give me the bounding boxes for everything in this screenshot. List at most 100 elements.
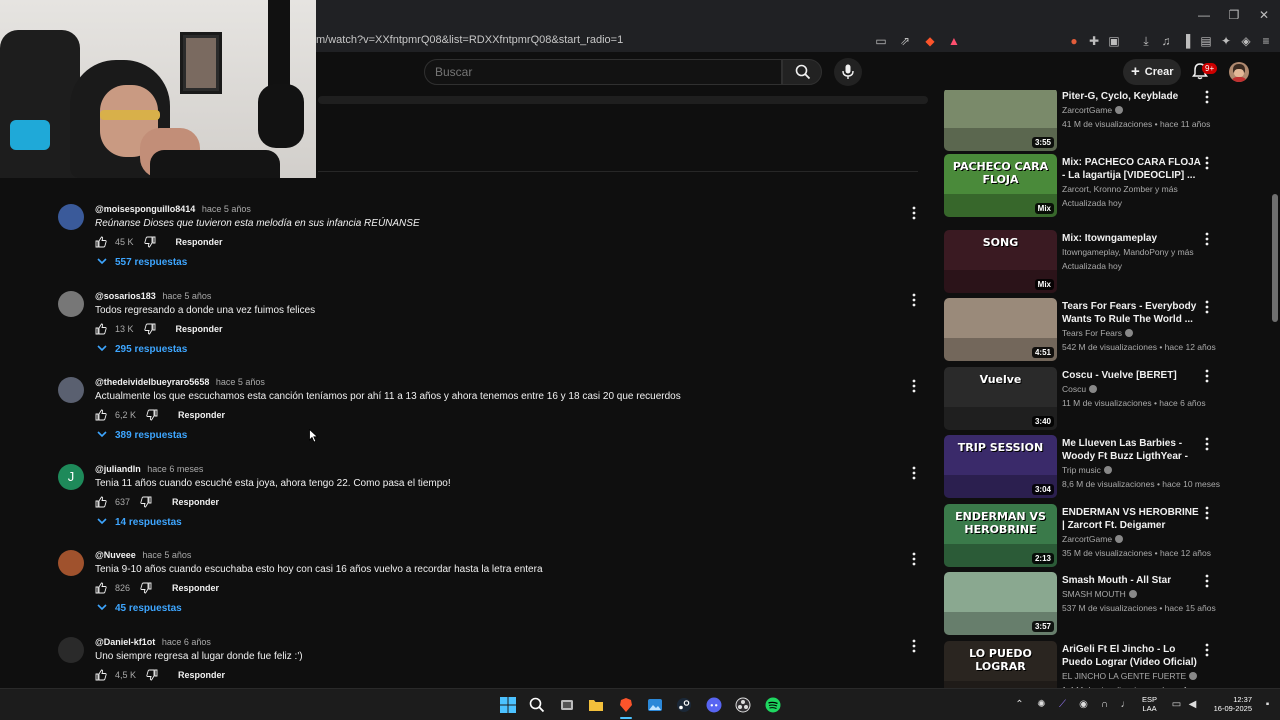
input-language[interactable]: ESP LAA <box>1142 695 1157 713</box>
comment-author[interactable]: @juliandln <box>95 464 141 474</box>
notification-center-icon[interactable]: ▪ <box>1262 699 1273 710</box>
video-thumbnail[interactable]: ENDERMAN VS HEROBRINE 2:13 <box>944 504 1057 567</box>
comment-time[interactable]: hace 6 meses <box>147 464 203 474</box>
cast-icon[interactable]: ▭ <box>873 33 889 49</box>
view-replies-button[interactable]: 295 respuestas <box>97 344 187 355</box>
brave-shield-icon[interactable]: ◆ <box>922 33 938 49</box>
media-icon[interactable]: ♫ <box>1158 33 1174 49</box>
thumbs-up-icon[interactable] <box>95 409 107 421</box>
comment-time[interactable]: hace 5 años <box>202 204 251 214</box>
channel-name[interactable]: ZarcortGame <box>1062 105 1124 115</box>
comment-avatar[interactable] <box>58 291 84 317</box>
search-button[interactable] <box>782 59 822 85</box>
steam-icon[interactable] <box>676 697 692 713</box>
video-more-icon[interactable] <box>1204 300 1210 314</box>
video-more-icon[interactable] <box>1204 643 1210 657</box>
channel-name[interactable]: Zarcort, Kronno Zomber y más <box>1062 184 1178 194</box>
comment-more-icon[interactable] <box>911 639 917 653</box>
comment-avatar[interactable]: J <box>58 464 84 490</box>
task-view-icon[interactable] <box>559 697 575 713</box>
comment-avatar[interactable] <box>58 550 84 576</box>
brave-rewards-icon[interactable]: ▲ <box>946 33 962 49</box>
thumbs-up-icon[interactable] <box>95 496 107 508</box>
reply-button[interactable]: Responder <box>176 237 223 247</box>
channel-name[interactable]: Itowngameplay, MandoPony y más <box>1062 247 1194 257</box>
thumbs-up-icon[interactable] <box>95 323 107 335</box>
channel-name[interactable]: Trip music <box>1062 465 1112 475</box>
thumbs-down-icon[interactable] <box>143 236 156 248</box>
chevron-up-icon[interactable]: ⌃ <box>1014 699 1025 710</box>
extension-icon-2[interactable]: ▣ <box>1106 33 1122 49</box>
reply-button[interactable]: Responder <box>172 497 219 507</box>
tray-app-icon-2[interactable]: ⟋ <box>1057 699 1068 710</box>
channel-name[interactable]: SMASH MOUTH <box>1062 589 1137 599</box>
create-button[interactable]: + Crear <box>1123 59 1181 85</box>
thumbs-down-icon[interactable] <box>140 582 152 594</box>
voice-search-button[interactable] <box>834 58 862 86</box>
recommendation-item[interactable]: TRIP SESSION 3:04 Me Llueven Las Barbies… <box>944 435 1270 503</box>
thumbs-up-icon[interactable] <box>95 582 107 594</box>
channel-name[interactable]: EL JINCHO LA GENTE FUERTE <box>1062 671 1198 681</box>
video-thumbnail[interactable]: PACHECO CARA FLOJA Mix <box>944 154 1057 217</box>
recommendation-item[interactable]: PACHECO CARA FLOJA Mix Mix: PACHECO CARA… <box>944 154 1270 222</box>
comment-time[interactable]: hace 5 años <box>216 377 265 387</box>
video-more-icon[interactable] <box>1204 369 1210 383</box>
comment-more-icon[interactable] <box>911 552 917 566</box>
search-box[interactable] <box>424 59 782 85</box>
comment-avatar[interactable] <box>58 377 84 403</box>
url-text[interactable]: m/watch?v=XXfntpmrQ08&list=RDXXfntpmrQ08… <box>316 34 623 46</box>
channel-name[interactable]: Tears For Fears <box>1062 328 1133 338</box>
video-more-icon[interactable] <box>1204 506 1210 520</box>
page-scrollbar[interactable] <box>1270 90 1280 688</box>
thumbs-down-icon[interactable] <box>146 409 158 421</box>
comment-more-icon[interactable] <box>911 293 917 307</box>
comment-time[interactable]: hace 5 años <box>142 550 191 560</box>
video-title[interactable]: AriGeli Ft El Jincho - Lo Puedo Lograr (… <box>1062 643 1202 669</box>
download-icon[interactable]: ⤓ <box>1138 33 1154 49</box>
video-more-icon[interactable] <box>1204 90 1210 104</box>
menu-icon[interactable]: ≡ <box>1258 33 1274 49</box>
comment-author[interactable]: @moisesponguillo8414 <box>95 204 195 214</box>
video-title[interactable]: Smash Mouth - All Star <box>1062 574 1202 587</box>
recommendation-item[interactable]: 4:51 Tears For Fears - Everybody Wants T… <box>944 298 1270 366</box>
account-avatar[interactable] <box>1229 62 1249 82</box>
leo-icon[interactable]: ✦ <box>1218 33 1234 49</box>
minimize-icon[interactable]: — <box>1196 7 1212 23</box>
obs-icon[interactable] <box>735 697 751 713</box>
reply-button[interactable]: Responder <box>178 410 225 420</box>
video-more-icon[interactable] <box>1204 574 1210 588</box>
video-thumbnail[interactable]: 4:51 <box>944 298 1057 361</box>
comment-more-icon[interactable] <box>911 466 917 480</box>
video-title[interactable]: Piter-G, Cyclo, Keyblade <box>1062 90 1202 103</box>
video-more-icon[interactable] <box>1204 437 1210 451</box>
search-taskbar-icon[interactable] <box>529 697 545 713</box>
comment-author[interactable]: @Nuveee <box>95 550 136 560</box>
extension-icon-1[interactable]: ● <box>1066 33 1082 49</box>
volume-icon[interactable]: ◀ <box>1187 699 1198 710</box>
video-thumbnail[interactable]: 3:55 <box>944 90 1057 151</box>
extensions-puzzle-icon[interactable]: ✚ <box>1086 33 1102 49</box>
thumbs-down-icon[interactable] <box>143 323 156 335</box>
video-title[interactable]: Mix: PACHECO CARA FLOJA - La lagartija [… <box>1062 156 1202 182</box>
comment-author[interactable]: @Daniel-kf1ot <box>95 637 155 647</box>
view-replies-button[interactable]: 389 respuestas <box>97 430 187 441</box>
reply-button[interactable]: Responder <box>172 583 219 593</box>
video-thumbnail[interactable]: Vuelve 3:40 <box>944 367 1057 430</box>
video-title[interactable]: ENDERMAN VS HEROBRINE | Zarcort Ft. Deig… <box>1062 506 1202 532</box>
thumbs-up-icon[interactable] <box>95 236 107 248</box>
comment-more-icon[interactable] <box>911 206 917 220</box>
recommendation-item[interactable]: 3:55 Piter-G, Cyclo, Keyblade ZarcortGam… <box>944 90 1270 156</box>
tray-headset-icon[interactable]: ∩ <box>1099 699 1110 710</box>
recommendation-item[interactable]: ENDERMAN VS HEROBRINE 2:13 ENDERMAN VS H… <box>944 504 1270 572</box>
tray-app-icon-1[interactable]: ✺ <box>1036 699 1047 710</box>
discord-icon[interactable] <box>706 697 722 713</box>
video-title[interactable]: Coscu - Vuelve [BERET] <box>1062 369 1202 382</box>
video-more-icon[interactable] <box>1204 156 1210 170</box>
photos-app-icon[interactable] <box>647 697 663 713</box>
recommendation-item[interactable]: Vuelve 3:40 Coscu - Vuelve [BERET] Coscu… <box>944 367 1270 435</box>
recommendation-item[interactable]: SONG Mix Mix: Itowngameplay Itowngamepla… <box>944 230 1270 298</box>
view-replies-button[interactable]: 14 respuestas <box>97 517 182 528</box>
reply-button[interactable]: Responder <box>176 324 223 334</box>
view-replies-button[interactable]: 557 respuestas <box>97 257 187 268</box>
thumbs-down-icon[interactable] <box>140 496 152 508</box>
